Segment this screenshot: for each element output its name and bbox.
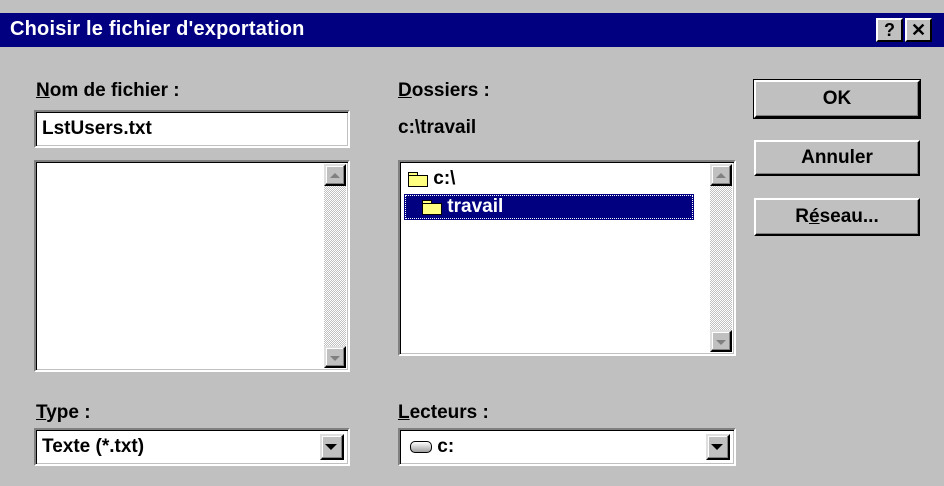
type-select[interactable]: Texte (*.txt) <box>34 428 350 466</box>
folder-list[interactable]: c:\ travail <box>398 160 736 356</box>
folder-item-label: travail <box>447 196 504 217</box>
filename-input[interactable]: LstUsers.txt <box>34 110 350 148</box>
type-label: Type : <box>36 402 91 423</box>
close-button[interactable]: ✕ <box>905 18 932 42</box>
filename-label: Nom de fichier : <box>36 80 180 101</box>
scroll-down-arrow-icon <box>716 340 726 345</box>
chevron-down-icon <box>325 444 337 450</box>
drive-dropdown-button[interactable] <box>706 434 730 460</box>
drive-select[interactable]: c: <box>398 428 736 466</box>
chevron-down-icon <box>711 444 723 450</box>
cancel-button[interactable]: Annuler <box>754 140 920 176</box>
title-bar[interactable]: Choisir le fichier d'exportation ? ✕ <box>0 13 944 47</box>
drive-value-wrap: c: <box>410 436 454 458</box>
ok-button[interactable]: OK <box>753 79 921 119</box>
scroll-down-button[interactable] <box>324 346 346 368</box>
scroll-up-arrow-icon <box>716 173 726 178</box>
window-title: Choisir le fichier d'exportation <box>10 18 305 40</box>
scroll-up-button[interactable] <box>710 164 732 186</box>
current-path: c:\travail <box>398 117 477 138</box>
drives-label: Lecteurs : <box>398 402 489 423</box>
help-button[interactable]: ? <box>876 18 903 42</box>
folder-open-icon <box>422 199 442 215</box>
scroll-down-button[interactable] <box>710 330 732 352</box>
folder-item-travail[interactable]: travail <box>404 194 694 220</box>
drive-value: c: <box>437 436 455 457</box>
scroll-down-arrow-icon <box>330 356 340 361</box>
folder-item-label: c:\ <box>433 168 456 189</box>
folder-list-scrollbar[interactable] <box>710 164 732 352</box>
type-value: Texte (*.txt) <box>42 436 145 457</box>
drive-icon <box>410 440 432 453</box>
file-list[interactable] <box>34 160 350 372</box>
folder-item-root[interactable]: c:\ <box>404 166 698 192</box>
scroll-up-arrow-icon <box>330 173 340 178</box>
file-list-scrollbar[interactable] <box>324 164 346 368</box>
network-button-label: Réseau... <box>795 206 879 227</box>
folders-label: Dossiers : <box>398 80 490 101</box>
folder-open-icon <box>408 171 428 187</box>
filename-value: LstUsers.txt <box>42 118 152 139</box>
scroll-up-button[interactable] <box>324 164 346 186</box>
network-button[interactable]: Réseau... <box>754 198 920 236</box>
type-dropdown-button[interactable] <box>320 434 344 460</box>
